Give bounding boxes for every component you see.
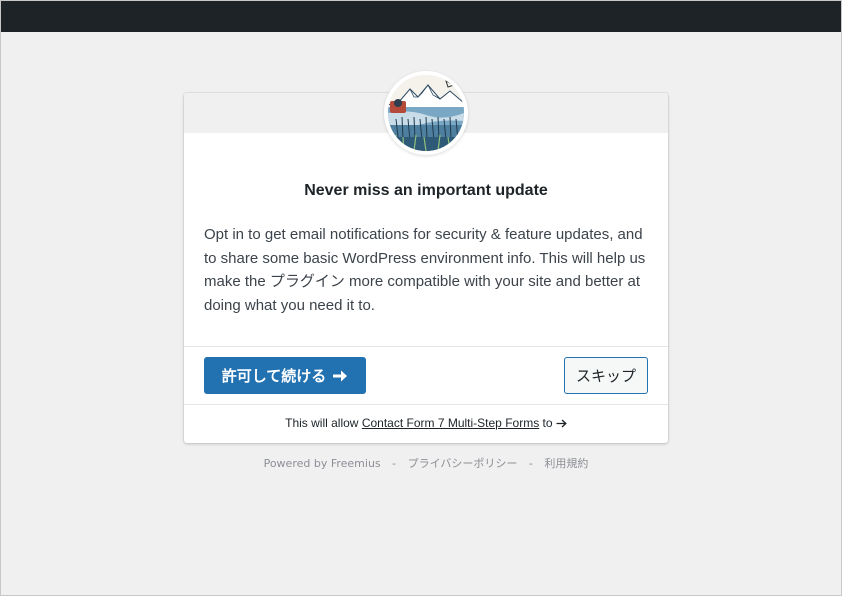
permissions-prefix: This will allow: [285, 416, 359, 430]
actions-divider-bottom: [184, 404, 668, 405]
admin-bar: [1, 1, 841, 32]
allow-button-label: 許可して続ける: [221, 367, 327, 385]
arrow-right-icon[interactable]: [556, 419, 567, 428]
plugin-logo-landscape-icon: [384, 71, 468, 155]
actions-divider-top: [184, 346, 668, 347]
dialog-title: Never miss an important update: [304, 182, 548, 199]
allow-and-continue-button[interactable]: 許可して続ける: [204, 357, 366, 394]
terms-of-service-link[interactable]: 利用規約: [544, 457, 588, 470]
dialog-body: Opt in to get email notifications for se…: [204, 226, 646, 314]
plugin-name-link[interactable]: Contact Form 7 Multi-Step Forms: [362, 416, 539, 430]
permissions-line: This will allow Contact Form 7 Multi-Ste…: [184, 416, 668, 430]
dialog-footer: Powered by Freemius - プライバシーポリシー - 利用規約: [184, 455, 668, 471]
plugin-logo-image: [388, 75, 464, 151]
footer-separator: -: [528, 457, 533, 470]
skip-button[interactable]: スキップ: [564, 357, 648, 394]
arrow-right-icon: [332, 369, 348, 383]
opt-in-dialog: Never miss an important update Opt in to…: [184, 71, 668, 443]
privacy-policy-link[interactable]: プライバシーポリシー: [408, 457, 518, 470]
powered-by-freemius-link[interactable]: Powered by Freemius: [264, 457, 381, 470]
permissions-suffix: to: [542, 416, 553, 430]
page-frame: Never miss an important update Opt in to…: [0, 0, 842, 596]
footer-separator: -: [392, 457, 397, 470]
